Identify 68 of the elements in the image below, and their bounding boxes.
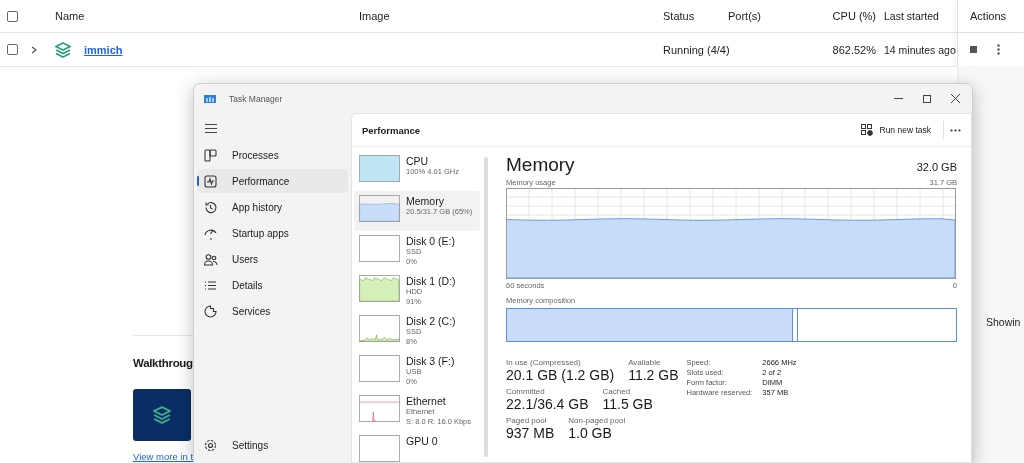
chevron-right-icon[interactable] bbox=[31, 45, 37, 54]
graph-thumbnail bbox=[359, 315, 400, 342]
checkbox[interactable] bbox=[7, 10, 18, 22]
total-memory-text: 32.0 GB bbox=[916, 161, 957, 173]
run-task-icon bbox=[860, 124, 873, 136]
cpu-usage-text: 862.52% bbox=[832, 43, 876, 56]
empty-graph-thumbnail bbox=[359, 355, 400, 382]
close-icon[interactable] bbox=[951, 94, 960, 103]
services-icon bbox=[203, 303, 218, 319]
users-icon bbox=[203, 251, 218, 267]
column-header: Status bbox=[663, 10, 695, 22]
column-header: Port(s) bbox=[728, 10, 761, 22]
graph-thumbnail bbox=[359, 195, 400, 222]
detail-title: Memory bbox=[506, 154, 575, 176]
showing-text: Showin bbox=[986, 316, 1021, 328]
stat-label: Non-paged pool bbox=[568, 416, 626, 425]
walkthrough-card[interactable] bbox=[133, 389, 191, 441]
window-title: Task Manager bbox=[229, 93, 283, 104]
container-link[interactable]: immich bbox=[84, 43, 123, 56]
processes-icon bbox=[203, 147, 218, 163]
stat-label: Committed bbox=[506, 387, 546, 396]
stat-value: 1.0 GB bbox=[568, 425, 613, 441]
app-icon bbox=[204, 94, 216, 103]
graph-thumbnail bbox=[359, 155, 400, 182]
stat-value: 937 MB bbox=[506, 425, 555, 441]
column-header: Image bbox=[359, 10, 390, 22]
more-vertical-icon[interactable] bbox=[997, 44, 1000, 55]
checkbox[interactable] bbox=[7, 44, 18, 55]
nav-item[interactable]: Startup apps bbox=[197, 221, 348, 245]
stack-icon bbox=[55, 41, 71, 58]
column-header: CPU (%) bbox=[832, 10, 876, 22]
stat-value: 22.1/36.4 GB bbox=[506, 396, 589, 412]
last-started-text: 14 minutes ago bbox=[884, 43, 956, 56]
menu-icon[interactable] bbox=[205, 124, 217, 133]
nav-item[interactable]: Users bbox=[197, 247, 348, 271]
device-item[interactable]: GPU 0 bbox=[354, 431, 480, 462]
column-header: Name bbox=[55, 10, 85, 22]
history-icon bbox=[203, 199, 218, 215]
stat-label: Available bbox=[628, 358, 662, 367]
column-header: Actions bbox=[970, 10, 1007, 22]
status-text: Running (4/4) bbox=[663, 43, 730, 56]
nav-item[interactable]: Services bbox=[197, 299, 348, 323]
empty-graph-thumbnail bbox=[359, 235, 400, 262]
performance-icon bbox=[203, 173, 218, 189]
maximize-icon[interactable] bbox=[923, 94, 931, 103]
stat-value: 11.2 GB bbox=[628, 367, 679, 383]
section-heading: Walkthroug bbox=[133, 357, 193, 369]
settings-icon bbox=[203, 437, 218, 453]
graph-thumbnail bbox=[359, 275, 400, 302]
stat-label: Cached bbox=[602, 387, 632, 396]
column-header: Last started bbox=[884, 10, 939, 22]
scrollbar[interactable] bbox=[484, 157, 488, 457]
graph-thumbnail bbox=[359, 395, 400, 422]
nav-item[interactable]: Processes bbox=[197, 143, 348, 167]
empty-graph-thumbnail bbox=[359, 435, 400, 462]
page-title: Performance bbox=[362, 124, 421, 136]
settings-item[interactable]: Settings bbox=[197, 433, 348, 457]
stat-label: In use (Compressed) bbox=[506, 358, 582, 367]
nav-item[interactable]: App history bbox=[197, 195, 348, 219]
stack-icon bbox=[153, 406, 171, 424]
nav-item[interactable]: Details bbox=[197, 273, 348, 297]
view-more-link[interactable]: View more in t bbox=[133, 451, 193, 462]
more-options-icon[interactable] bbox=[950, 128, 961, 132]
stat-label: Paged pool bbox=[506, 416, 548, 425]
stat-value: 20.1 GB (1.2 GB) bbox=[506, 367, 615, 383]
run-new-task-button[interactable]: Run new task bbox=[854, 120, 937, 140]
stat-value: 11.5 GB bbox=[602, 396, 653, 412]
nav-item[interactable]: Performance bbox=[197, 169, 348, 193]
